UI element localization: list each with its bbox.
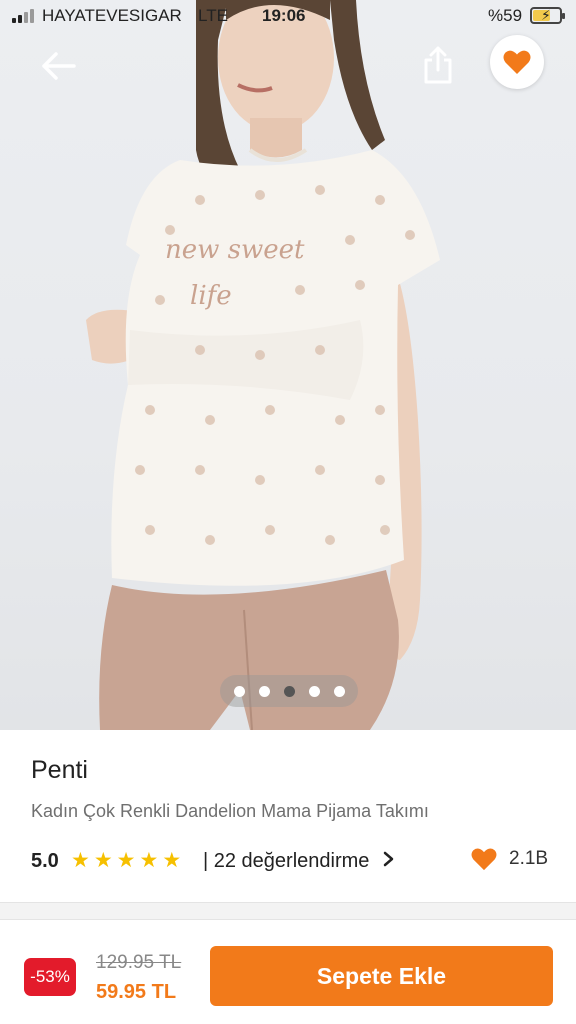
heart-icon (471, 848, 497, 871)
section-divider (0, 902, 576, 920)
clock: 19:06 (262, 6, 306, 25)
carousel-indicator[interactable] (220, 675, 358, 707)
star-icon: ★ (139, 849, 159, 872)
product-photo: new sweet life (86, 0, 440, 730)
carousel-dot[interactable] (233, 685, 245, 697)
brand-name[interactable]: Penti (31, 756, 88, 785)
reviews-link[interactable]: | 22 değerlendirme (203, 850, 395, 873)
star-icon: ★ (71, 849, 90, 872)
product-image-gallery[interactable]: new sweet life HAYATEVESIGAR LTE 19:06 %… (0, 0, 576, 730)
share-button[interactable] (418, 44, 458, 88)
discount-badge: -53% (24, 958, 76, 996)
likes-count: 2.1B (509, 848, 549, 869)
network-type: LTE (198, 6, 228, 25)
product-name: Kadın Çok Renkli Dandelion Mama Pijama T… (31, 801, 429, 821)
carousel-dot[interactable] (333, 685, 345, 697)
chevron-right-icon (383, 850, 395, 873)
signal-icon (12, 9, 34, 23)
share-icon (424, 46, 452, 84)
back-button[interactable] (36, 46, 80, 86)
old-price: 129.95 TL (96, 952, 182, 973)
current-price: 59.95 TL (96, 981, 177, 1003)
svg-text:new sweet: new sweet (165, 235, 305, 265)
star-icon: ★ (116, 849, 136, 872)
heart-icon (503, 50, 531, 74)
favorite-button[interactable] (490, 35, 544, 89)
purchase-bar: -53% 129.95 TL 59.95 TL Sepete Ekle (0, 920, 576, 1024)
rating-score: 5.0 (31, 850, 59, 872)
star-icon: ★ (162, 849, 182, 872)
carousel-dot-active[interactable] (283, 685, 295, 697)
svg-text:life: life (190, 281, 232, 311)
rating-stars: ★ ★ ★ ★ ★ (71, 849, 181, 873)
star-icon: ★ (93, 849, 113, 872)
carousel-dot[interactable] (308, 685, 320, 697)
product-info: Penti Kadın Çok Renkli Dandelion Mama Pi… (0, 730, 576, 902)
add-to-cart-button[interactable]: Sepete Ekle (210, 946, 553, 1006)
rating-row: 5.0 ★ ★ ★ ★ ★ | 22 değerlendirme 2.1B (31, 847, 551, 875)
reviews-count: | 22 değerlendirme (203, 850, 370, 872)
carousel-dot[interactable] (258, 685, 270, 697)
battery-icon: ⚡ (530, 7, 565, 24)
likes-counter[interactable]: 2.1B (471, 847, 548, 871)
battery-percent: %59 (488, 6, 523, 25)
arrow-left-icon (42, 52, 76, 80)
carrier-name: HAYATEVESIGAR (42, 6, 182, 25)
status-bar: HAYATEVESIGAR LTE 19:06 %59 ⚡ (0, 0, 576, 32)
